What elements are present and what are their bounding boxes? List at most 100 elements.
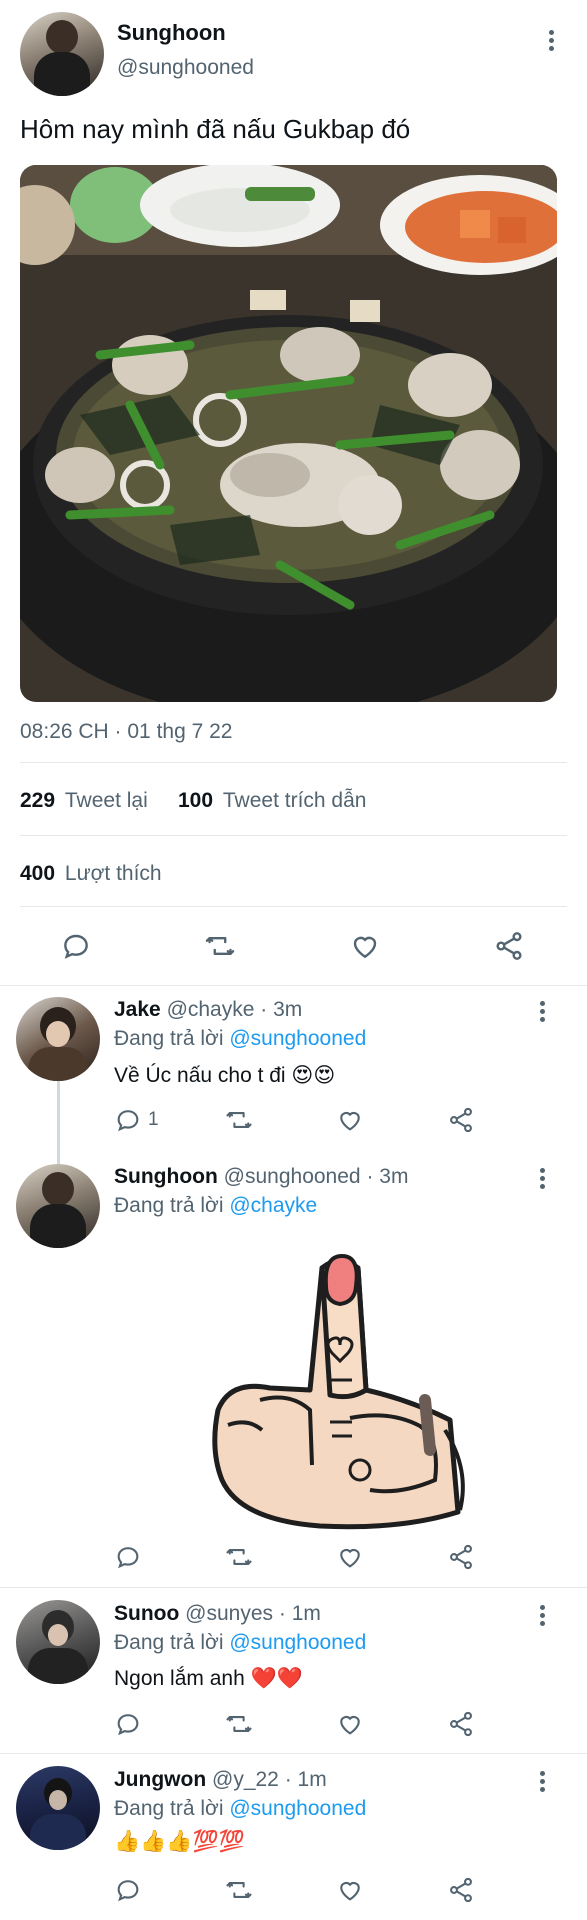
- reply-author-name[interactable]: Sunoo: [114, 1602, 179, 1625]
- author-name[interactable]: Sunghoon: [117, 20, 226, 46]
- reply-text: Về Úc nấu cho t đi 😍😍: [114, 1064, 336, 1087]
- reply-avatar[interactable]: [16, 1600, 100, 1684]
- divider: [0, 1753, 587, 1754]
- retweet-button[interactable]: [224, 1106, 254, 1134]
- reply-header: Sunghoon @sunghooned · 3m: [114, 1165, 408, 1189]
- like-stats[interactable]: 400 Lượt thích: [20, 862, 162, 886]
- reply-avatar[interactable]: [16, 997, 100, 1081]
- replying-prefix: Đang trả lời: [114, 1797, 224, 1820]
- reply-time[interactable]: · 1m: [279, 1602, 321, 1625]
- reply-header: Sunoo @sunyes · 1m: [114, 1602, 321, 1626]
- reply-text: 👍👍👍💯💯: [114, 1830, 245, 1853]
- divider: [20, 835, 567, 836]
- share-icon: [450, 1711, 472, 1737]
- thread-line: [57, 1080, 60, 1166]
- divider: [20, 906, 567, 907]
- quote-stats[interactable]: 100 Tweet trích dẫn: [178, 789, 366, 813]
- reply-count: 1: [148, 1109, 159, 1130]
- retweet-icon: [226, 1882, 252, 1898]
- retweet-button[interactable]: [224, 1543, 254, 1571]
- retweets-count: 229: [20, 789, 56, 812]
- tweet-timestamp[interactable]: 08:26 CH · 01 thg 7 22: [20, 720, 232, 744]
- retweet-icon: [226, 1549, 252, 1565]
- reply-icon: [117, 1547, 139, 1569]
- share-icon: [450, 1107, 472, 1133]
- more-options-icon[interactable]: [540, 1605, 550, 1629]
- share-icon: [450, 1877, 472, 1903]
- more-options-icon[interactable]: [540, 1771, 550, 1795]
- reply-button[interactable]: [60, 930, 92, 962]
- like-button[interactable]: [336, 1710, 364, 1738]
- retweet-stats[interactable]: 229 Tweet lại: [20, 789, 148, 813]
- more-options-icon[interactable]: [540, 1001, 550, 1025]
- reply-button[interactable]: [114, 1876, 142, 1904]
- share-button[interactable]: [447, 1106, 475, 1134]
- replying-prefix: Đang trả lời: [114, 1631, 224, 1654]
- quotes-label: Tweet trích dẫn: [222, 789, 367, 812]
- reply-button[interactable]: [114, 1543, 142, 1571]
- heart-icon: [340, 1111, 360, 1131]
- retweet-button[interactable]: [224, 1710, 254, 1738]
- replying-prefix: Đang trả lời: [114, 1027, 224, 1050]
- replying-prefix: Đang trả lời: [114, 1194, 224, 1217]
- author-handle[interactable]: @sunghooned: [117, 56, 254, 80]
- share-button[interactable]: [447, 1876, 475, 1904]
- reply-icon: [117, 1880, 139, 1902]
- replying-to: Đang trả lời @chayke: [114, 1194, 317, 1218]
- retweet-icon: [205, 936, 235, 956]
- more-options-icon[interactable]: [540, 1168, 550, 1192]
- tweet-text: Hôm nay mình đã nấu Gukbap đó: [20, 114, 411, 144]
- tweet-photo[interactable]: [20, 165, 557, 702]
- share-button[interactable]: [447, 1710, 475, 1738]
- reply-button[interactable]: [114, 1710, 142, 1738]
- heart-icon: [340, 1715, 360, 1735]
- replying-to-link[interactable]: @chayke: [229, 1194, 317, 1217]
- reply-time[interactable]: · 1m: [285, 1768, 327, 1791]
- reply-icon: [117, 1110, 139, 1132]
- heart-icon: [340, 1548, 360, 1568]
- share-icon: [496, 932, 522, 960]
- heart-icon: [340, 1881, 360, 1901]
- reply-author-name[interactable]: Sunghoon: [114, 1165, 218, 1188]
- replying-to-link[interactable]: @sunghooned: [229, 1631, 366, 1654]
- retweet-button[interactable]: [224, 1876, 254, 1904]
- author-avatar[interactable]: [20, 12, 104, 96]
- reply-header: Jake @chayke · 3m: [114, 998, 302, 1022]
- divider: [0, 1587, 587, 1588]
- replying-to: Đang trả lời @sunghooned: [114, 1027, 366, 1051]
- like-button[interactable]: [336, 1106, 364, 1134]
- reply-avatar[interactable]: [16, 1164, 100, 1248]
- share-button[interactable]: [493, 930, 525, 962]
- reply-icon: [117, 1714, 139, 1736]
- reply-author-name[interactable]: Jake: [114, 998, 161, 1021]
- reply-image[interactable]: [200, 1250, 500, 1530]
- heart-icon: [353, 936, 377, 959]
- like-button[interactable]: [349, 930, 381, 962]
- likes-label: Lượt thích: [64, 862, 162, 885]
- reply-button[interactable]: 1: [114, 1106, 159, 1134]
- reply-author-handle[interactable]: @sunghooned: [224, 1165, 361, 1188]
- retweets-label: Tweet lại: [64, 789, 148, 812]
- reply-author-handle[interactable]: @sunyes: [185, 1602, 273, 1625]
- reply-header: Jungwon @y_22 · 1m: [114, 1768, 327, 1792]
- reply-text: Ngon lắm anh ❤️❤️: [114, 1667, 303, 1690]
- replying-to: Đang trả lời @sunghooned: [114, 1797, 366, 1821]
- reply-author-handle[interactable]: @chayke: [167, 998, 255, 1021]
- retweet-icon: [226, 1716, 252, 1732]
- more-options-icon[interactable]: [549, 30, 559, 54]
- reply-author-handle[interactable]: @y_22: [212, 1768, 279, 1791]
- divider: [0, 985, 587, 986]
- reply-time[interactable]: · 3m: [366, 1165, 408, 1188]
- reply-avatar[interactable]: [16, 1766, 100, 1850]
- retweet-button[interactable]: [203, 930, 237, 962]
- like-button[interactable]: [336, 1543, 364, 1571]
- replying-to-link[interactable]: @sunghooned: [229, 1027, 366, 1050]
- reply-time[interactable]: · 3m: [260, 998, 302, 1021]
- divider: [20, 762, 567, 763]
- reply-icon: [64, 934, 88, 959]
- replying-to-link[interactable]: @sunghooned: [229, 1797, 366, 1820]
- share-button[interactable]: [447, 1543, 475, 1571]
- reply-author-name[interactable]: Jungwon: [114, 1768, 206, 1791]
- like-button[interactable]: [336, 1876, 364, 1904]
- replying-to: Đang trả lời @sunghooned: [114, 1631, 366, 1655]
